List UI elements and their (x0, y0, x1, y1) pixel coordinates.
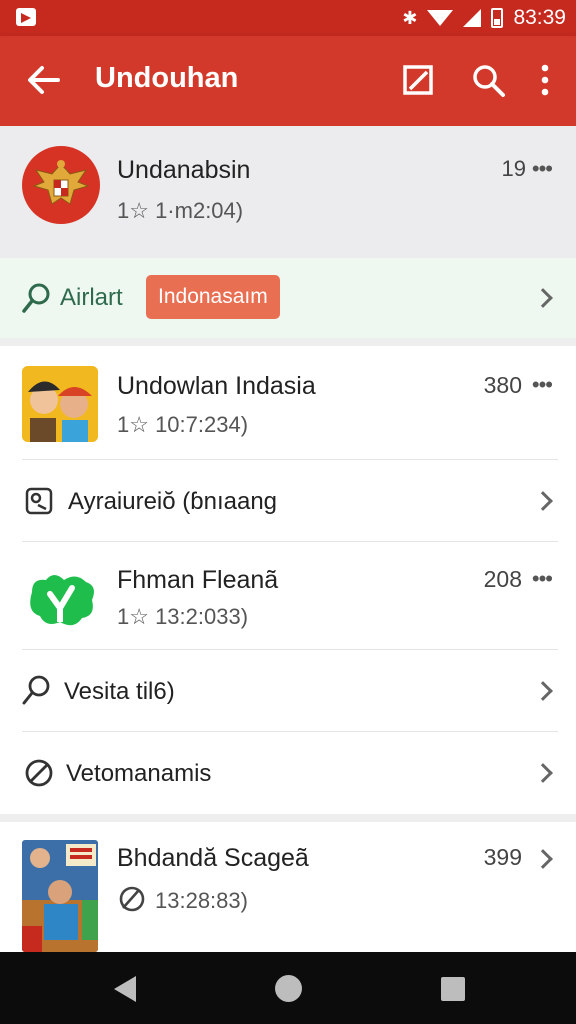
nav-recents-icon[interactable] (441, 977, 465, 1001)
list-item[interactable]: Ayraiureiŏ (ɓnıaang (0, 460, 576, 542)
page-title: Undouhan (95, 62, 239, 94)
app-logo-icon (30, 575, 94, 626)
search-icon (22, 283, 50, 313)
list-item[interactable]: Undowlan Indasia 1☆ 10:7:234) 380 ••• (0, 346, 576, 460)
list-item[interactable]: Vesita til6) (0, 650, 576, 732)
item-label: Ayraiureiŏ (ɓnıaang (68, 488, 278, 515)
chevron-right-icon (533, 491, 553, 511)
filter-chip[interactable]: Indonasaım (146, 275, 280, 319)
notification-icon (16, 8, 36, 26)
status-time: 83:39 (513, 6, 566, 29)
channel-subtitle: 1☆ 1·m2:04) (117, 198, 244, 223)
eagle-icon (32, 160, 90, 205)
puzzle-icon (25, 487, 53, 515)
list-item[interactable]: Bhdandă Scageã 13:28:83) 399 (0, 822, 576, 952)
block-icon (25, 759, 53, 787)
channel-count: 19 (501, 156, 526, 181)
list-item[interactable]: Fhman Fleanã 1☆ 13:2:033) 208 ••• (0, 542, 576, 650)
more-vert-icon[interactable] (532, 62, 558, 98)
list-item[interactable]: Vetomanamis (0, 732, 576, 814)
filter-row[interactable]: Airlart Indonasaım (0, 258, 576, 338)
item-count: 380 (483, 372, 522, 398)
chevron-right-icon (533, 288, 553, 308)
more-horiz-icon[interactable]: ••• (532, 566, 553, 592)
item-title: Fhman Fleanã (117, 566, 279, 594)
history-icon (119, 886, 145, 912)
item-subtitle: 1☆ 10:7:234) (117, 412, 249, 437)
nav-home-icon[interactable] (275, 975, 302, 1002)
item-label: Vetomanamis (66, 760, 212, 787)
garuda-emblem-avatar (22, 146, 100, 224)
nav-back-icon[interactable] (114, 976, 136, 1002)
characters-image (22, 366, 98, 442)
channel-title: Undanabsin (117, 156, 251, 184)
poster-image (22, 840, 98, 952)
search-icon[interactable] (470, 62, 506, 98)
bluetooth-icon: ✱ (402, 7, 418, 28)
app-bar: Undouhan (0, 36, 576, 126)
signal-icon (463, 9, 482, 27)
item-title: Undowlan Indasia (117, 372, 316, 400)
filter-label: Airlart (60, 284, 123, 311)
section-divider (0, 338, 576, 346)
wifi-icon (427, 10, 454, 26)
battery-icon (491, 8, 504, 28)
item-label: Vesita til6) (64, 678, 175, 705)
arrow-back-icon[interactable] (24, 60, 64, 100)
more-horiz-icon[interactable]: ••• (532, 156, 553, 182)
item-subtitle: 1☆ 13:2:033) (117, 604, 249, 629)
system-navigation-bar (0, 952, 576, 1024)
search-icon (22, 675, 50, 705)
status-icons: ✱ 83:39 (402, 6, 566, 30)
chevron-right-icon (533, 763, 553, 783)
item-title: Bhdandă Scageã (117, 844, 309, 872)
game-thumbnail (22, 366, 98, 442)
status-bar: ✱ 83:39 (0, 0, 576, 36)
channel-header[interactable]: Undanabsin 1☆ 1·m2:04) 19 ••• (0, 126, 576, 258)
chevron-right-icon (533, 681, 553, 701)
movie-poster-thumbnail (22, 840, 98, 952)
item-subtitle: 13:28:83) (155, 888, 248, 913)
more-horiz-icon[interactable]: ••• (532, 372, 553, 398)
chevron-right-icon (533, 849, 553, 869)
item-count: 208 (483, 566, 522, 592)
item-count: 399 (483, 844, 522, 870)
section-divider (0, 814, 576, 822)
edit-square-icon[interactable] (402, 64, 434, 96)
